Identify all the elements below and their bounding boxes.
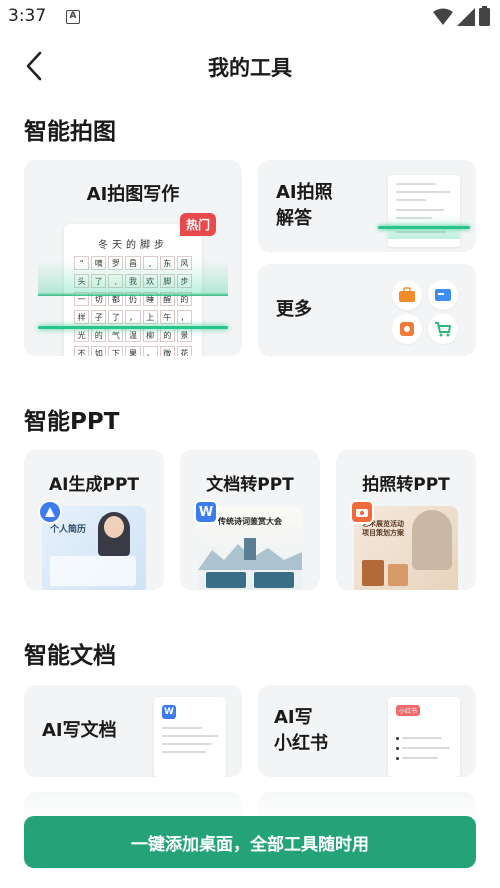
section-title-ppt: 智能PPT — [24, 409, 120, 435]
grid-cell: 不 — [74, 346, 90, 356]
cart-icon — [428, 314, 458, 344]
grid-cell: 下 — [108, 346, 124, 356]
grid-cell: ， — [125, 310, 141, 324]
grid-cell: ， — [142, 346, 158, 356]
scan-line — [38, 326, 228, 329]
photo-to-ppt-label: 拍照转PPT — [362, 475, 450, 495]
ai-ppt-icon — [38, 500, 62, 524]
section-title-doc: 智能文档 — [24, 643, 116, 669]
grid-cell: 气 — [108, 328, 124, 342]
grid-cell: 午 — [159, 310, 175, 324]
doc-thumbnail: W — [154, 697, 226, 777]
notification-icon: A — [66, 10, 80, 24]
grid-cell: 果 — [125, 346, 141, 356]
resume-preview-text: 个人简历 — [50, 525, 87, 535]
ai-write-xhs-label-line1: AI写 — [274, 707, 313, 728]
section-title-photo: 智能拍图 — [24, 119, 116, 145]
homework-thumbnail — [388, 175, 460, 247]
card-icon — [428, 280, 458, 310]
scroll-fade — [0, 780, 500, 820]
grid-cell: 上 — [142, 310, 158, 324]
doc-to-ppt-label: 文档转PPT — [206, 475, 294, 495]
word-icon: W — [162, 705, 176, 719]
ai-write-xhs-label-line2: 小红书 — [274, 733, 328, 754]
briefcase-icon — [392, 280, 422, 310]
grid-cell: 花 — [176, 346, 192, 356]
ai-write-doc-label: AI写文档 — [42, 720, 117, 741]
status-icons — [433, 6, 490, 26]
header: 我的工具 — [0, 40, 500, 92]
status-time: 3:37 — [8, 6, 47, 26]
xiaohongshu-thumbnail: 小红书 — [388, 697, 460, 777]
ai-write-doc-card[interactable]: AI写文档 W — [24, 685, 242, 777]
more-tools-card[interactable]: 更多 — [258, 264, 476, 356]
scan-glow — [38, 260, 228, 296]
grid-cell: 景 — [176, 328, 192, 342]
statue-image — [412, 510, 452, 570]
grid-row: 光的气温柳的景 — [74, 328, 192, 342]
ai-write-xiaohongshu-card[interactable]: AI写 小红书 小红书 — [258, 685, 476, 777]
grid-cell: 微 — [159, 346, 175, 356]
photo-to-ppt-card[interactable]: 拍照转PPT 艺术展览活动项目策划方案 — [336, 450, 476, 590]
grid-cell: 子 — [91, 310, 107, 324]
add-to-desktop-button[interactable]: 一键添加桌面，全部工具随时用 — [24, 816, 476, 868]
wifi-icon — [433, 8, 453, 25]
word-icon: W — [194, 500, 218, 524]
grid-cell: 的 — [159, 328, 175, 342]
xiaohongshu-tag: 小红书 — [396, 705, 421, 716]
more-icons — [390, 278, 460, 344]
status-bar: 3:37 A — [0, 0, 500, 34]
ai-photo-answer-card[interactable]: AI拍照 解答 — [258, 160, 476, 252]
gear-icon — [392, 314, 422, 344]
ai-photo-answer-label-line1: AI拍照 — [276, 182, 333, 203]
battery-icon — [479, 6, 490, 26]
ai-photo-write-card[interactable]: AI拍图写作 冬天的脚步 “嘀罗昌,东风 头了,我欢脚步 一切都仍睡醒的 样子了… — [24, 160, 242, 356]
grid-cell: ， — [176, 310, 192, 324]
grid-row: 样子了，上午， — [74, 310, 192, 324]
camera-icon — [350, 500, 374, 524]
grid-cell: 了 — [108, 310, 124, 324]
grid-cell: 样 — [74, 310, 90, 324]
ai-generate-ppt-label: AI生成PPT — [49, 475, 139, 495]
grid-cell: 柳 — [142, 328, 158, 342]
ai-photo-answer-label-line2: 解答 — [276, 208, 312, 229]
more-label: 更多 — [276, 299, 312, 320]
signal-icon — [457, 8, 475, 26]
scan-line — [378, 226, 470, 229]
ai-generate-ppt-card[interactable]: AI生成PPT 个人简历 — [24, 450, 164, 590]
grid-cell: 如 — [91, 346, 107, 356]
doc-to-ppt-card[interactable]: 文档转PPT 传统诗词鉴赏大会 W — [180, 450, 320, 590]
grid-cell: 的 — [91, 328, 107, 342]
ai-photo-write-label: AI拍图写作 — [86, 184, 180, 205]
essay-paper-title: 冬天的脚步 — [98, 240, 168, 251]
grid-cell: 温 — [125, 328, 141, 342]
grid-cell: 光 — [74, 328, 90, 342]
hot-badge: 热门 — [180, 213, 217, 236]
grid-row: 不如下果，微花 — [74, 346, 192, 356]
page-title: 我的工具 — [208, 56, 292, 80]
